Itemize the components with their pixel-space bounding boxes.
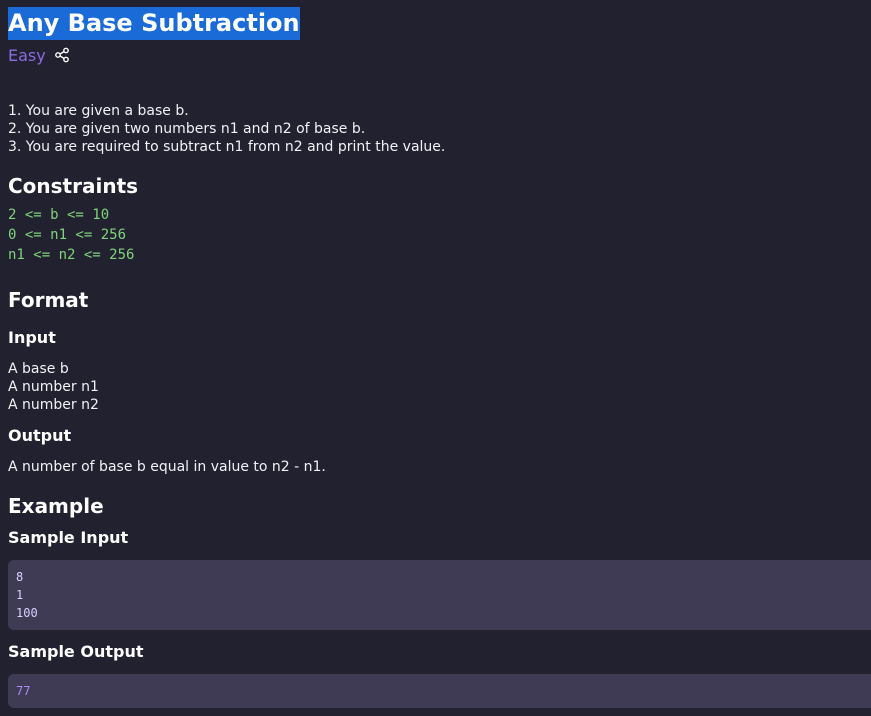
sample-output-line: 77 bbox=[16, 684, 31, 698]
problem-statement: 1. You are given a base b. 2. You are gi… bbox=[8, 102, 445, 156]
sample-input-line: 8 bbox=[16, 570, 24, 584]
statement-line: 2. You are given two numbers n1 and n2 o… bbox=[8, 121, 366, 137]
input-format-list: A base b A number n1 A number n2 bbox=[8, 360, 99, 414]
constraint-line: 2 <= b <= 10 bbox=[8, 207, 110, 223]
constraint-line: n1 <= n2 <= 256 bbox=[8, 247, 135, 263]
sample-output-box[interactable]: 77 bbox=[8, 674, 871, 708]
input-format-line: A number n1 bbox=[8, 379, 99, 395]
output-format-text: A number of base b equal in value to n2 … bbox=[8, 459, 326, 475]
sample-input-box[interactable]: 8 1 100 bbox=[8, 560, 871, 630]
difficulty-label: Easy bbox=[8, 45, 46, 65]
input-heading: Input bbox=[8, 328, 56, 347]
problem-meta: Easy bbox=[8, 44, 70, 66]
constraint-line: 0 <= n1 <= 256 bbox=[8, 227, 127, 243]
sample-input-line: 1 bbox=[16, 588, 24, 602]
input-format-line: A base b bbox=[8, 361, 69, 377]
share-icon[interactable] bbox=[54, 47, 70, 63]
constraints-list: 2 <= b <= 10 0 <= n1 <= 256 n1 <= n2 <= … bbox=[8, 205, 134, 265]
sample-output-heading: Sample Output bbox=[8, 642, 144, 661]
statement-line: 3. You are required to subtract n1 from … bbox=[8, 139, 446, 155]
constraints-heading: Constraints bbox=[8, 174, 139, 198]
sample-input-heading: Sample Input bbox=[8, 528, 129, 547]
input-format-line: A number n2 bbox=[8, 397, 99, 413]
format-heading: Format bbox=[8, 288, 89, 312]
example-heading: Example bbox=[8, 494, 104, 518]
sample-input-line: 100 bbox=[16, 606, 38, 620]
output-heading: Output bbox=[8, 426, 72, 445]
problem-title: Any Base Subtraction bbox=[8, 7, 300, 40]
statement-line: 1. You are given a base b. bbox=[8, 103, 189, 119]
